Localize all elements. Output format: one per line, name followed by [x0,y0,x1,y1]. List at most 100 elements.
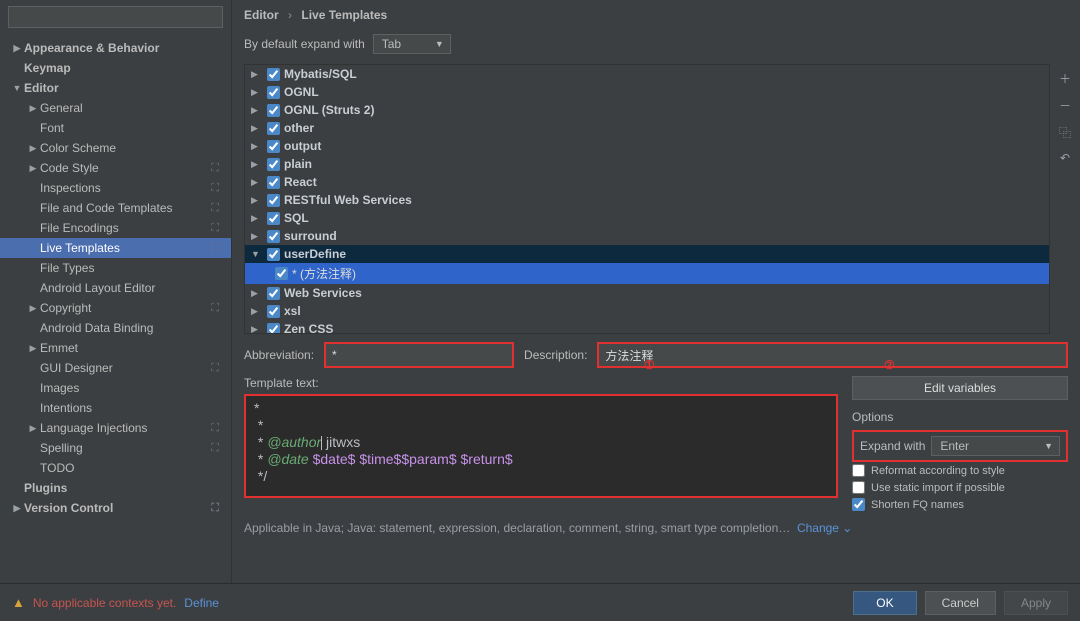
expand-icon: ▶ [26,143,40,154]
scheme-icon: ⛶ [211,502,227,515]
sidebar-item-editor[interactable]: ▼Editor [0,78,231,98]
group-checkbox[interactable] [267,158,280,171]
group-checkbox[interactable] [267,305,280,318]
sidebar-item-version-control[interactable]: ▶Version Control⛶ [0,498,231,518]
expand-icon: ▶ [26,303,40,314]
sidebar-item-font[interactable]: Font [0,118,231,138]
sidebar-item-label: Android Layout Editor [40,281,155,295]
shorten-fq-option[interactable]: Shorten FQ names [852,496,1068,513]
sidebar-item-label: Plugins [24,481,67,495]
add-icon[interactable]: ＋ [1059,70,1071,87]
sidebar-item-code-style[interactable]: ▶Code Style⛶ [0,158,231,178]
template-group-ognl-struts-2-[interactable]: ▶OGNL (Struts 2) [245,101,1049,119]
expand-icon: ▶ [251,141,263,152]
expand-icon: ▶ [251,105,263,116]
template-group-zen-css[interactable]: ▶Zen CSS [245,320,1049,334]
template-group-plain[interactable]: ▶plain [245,155,1049,173]
template-group-sql[interactable]: ▶SQL [245,209,1049,227]
template-group-output[interactable]: ▶output [245,137,1049,155]
default-expand-select[interactable]: Tab ▼ [373,34,451,54]
group-checkbox[interactable] [267,287,280,300]
group-checkbox[interactable] [267,323,280,335]
template-groups-tree[interactable]: ▶Mybatis/SQL▶OGNL▶OGNL (Struts 2)▶other▶… [244,64,1050,334]
sidebar-item-images[interactable]: Images [0,378,231,398]
sidebar-item-label: GUI Designer [40,361,113,375]
sidebar-item-copyright[interactable]: ▶Copyright⛶ [0,298,231,318]
sidebar-item-label: Copyright [40,301,91,315]
group-checkbox[interactable] [267,86,280,99]
template-group-surround[interactable]: ▶surround [245,227,1049,245]
define-link[interactable]: Define [184,596,219,610]
template-group-react[interactable]: ▶React [245,173,1049,191]
template-group-xsl[interactable]: ▶xsl [245,302,1049,320]
chevron-down-icon: ▼ [1044,441,1053,451]
cancel-button[interactable]: Cancel [925,591,996,615]
applicable-contexts: Applicable in Java; Java: statement, exp… [232,513,1080,543]
expand-icon: ▶ [26,103,40,114]
remove-icon[interactable]: － [1059,97,1071,114]
sidebar-item-file-encodings[interactable]: File Encodings⛶ [0,218,231,238]
template-group-restful-web-services[interactable]: ▶RESTful Web Services [245,191,1049,209]
expand-icon: ▶ [10,43,24,54]
template-group-web-services[interactable]: ▶Web Services [245,284,1049,302]
sidebar-item-inspections[interactable]: Inspections ⛶ [0,178,231,198]
group-checkbox[interactable] [267,176,280,189]
sidebar-item-file-types[interactable]: File Types [0,258,231,278]
sidebar-item-label: Android Data Binding [40,321,153,335]
apply-button[interactable]: Apply [1004,591,1068,615]
sidebar-item-file-and-code-templates[interactable]: File and Code Templates⛶ [0,198,231,218]
sidebar-item-color-scheme[interactable]: ▶Color Scheme [0,138,231,158]
sidebar-item-android-data-binding[interactable]: Android Data Binding [0,318,231,338]
sidebar-item-label: Inspections [40,181,101,195]
expand-with-select[interactable]: Enter ▼ [931,436,1060,456]
sidebar-item-plugins[interactable]: Plugins [0,478,231,498]
template-checkbox[interactable] [275,267,288,280]
edit-variables-button[interactable]: Edit variables [852,376,1068,400]
expand-icon: ▶ [251,306,263,317]
search-input[interactable]: Q▾ [8,6,223,28]
group-checkbox[interactable] [267,104,280,117]
group-checkbox[interactable] [267,230,280,243]
group-checkbox[interactable] [267,248,280,261]
sidebar-item-spelling[interactable]: Spelling⛶ [0,438,231,458]
sidebar-item-live-templates[interactable]: Live Templates⛶ [0,238,231,258]
sidebar-item-language-injections[interactable]: ▶Language Injections⛶ [0,418,231,438]
sidebar-item-emmet[interactable]: ▶Emmet [0,338,231,358]
description-input[interactable] [597,342,1068,368]
group-checkbox[interactable] [267,122,280,135]
sidebar-item-general[interactable]: ▶General [0,98,231,118]
static-import-option[interactable]: Use static import if possible [852,479,1068,496]
template-group-userdefine[interactable]: ▼userDefine [245,245,1049,263]
group-checkbox[interactable] [267,140,280,153]
group-checkbox[interactable] [267,68,280,81]
template-group-other[interactable]: ▶other [245,119,1049,137]
group-checkbox[interactable] [267,194,280,207]
template-group-mybatis-sql[interactable]: ▶Mybatis/SQL [245,65,1049,83]
expand-icon: ▶ [251,177,263,188]
sidebar-item-keymap[interactable]: Keymap [0,58,231,78]
group-label: RESTful Web Services [284,193,412,207]
sidebar-item-todo[interactable]: TODO [0,458,231,478]
scheme-icon: ⛶ [211,182,227,195]
settings-tree[interactable]: ▶Appearance & BehaviorKeymap▼Editor▶Gene… [0,34,231,583]
sidebar-item-intentions[interactable]: Intentions [0,398,231,418]
reformat-option[interactable]: Reformat according to style [852,462,1068,479]
template-item[interactable]: * (方法注释) [245,263,1049,284]
expand-icon: ▶ [251,87,263,98]
expand-icon: ▶ [26,343,40,354]
ok-button[interactable]: OK [853,591,916,615]
sidebar-item-label: TODO [40,461,74,475]
sidebar-item-appearance-behavior[interactable]: ▶Appearance & Behavior [0,38,231,58]
abbreviation-input[interactable] [324,342,514,368]
template-text-editor[interactable]: * * * @author jitwxs * @date $date$ $tim… [244,394,838,498]
sidebar-item-gui-designer[interactable]: GUI Designer⛶ [0,358,231,378]
chevron-down-icon: ▼ [435,39,444,49]
group-label: surround [284,229,337,243]
change-contexts-link[interactable]: Change ⌄ [797,521,852,535]
duplicate-icon[interactable]: ⿻ [1059,124,1071,141]
template-group-ognl[interactable]: ▶OGNL [245,83,1049,101]
group-checkbox[interactable] [267,212,280,225]
undo-icon[interactable]: ↶ [1060,151,1070,165]
sidebar-item-android-layout-editor[interactable]: Android Layout Editor [0,278,231,298]
expand-icon: ▼ [10,83,24,93]
